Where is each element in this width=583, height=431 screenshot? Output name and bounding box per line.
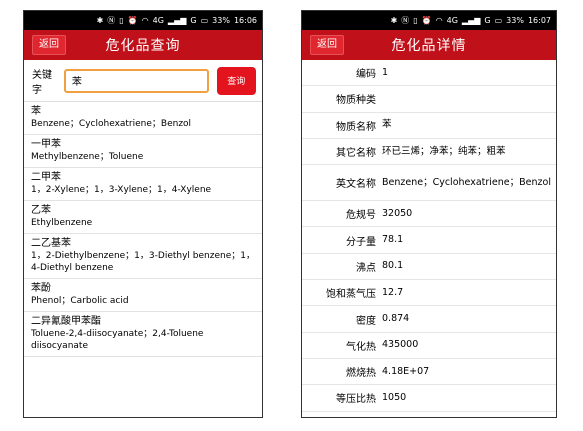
result-item[interactable]: 苯酚 Phenol；Carbolic acid — [24, 279, 262, 312]
network-type-2: G — [190, 15, 197, 25]
detail-label: 编码 — [356, 69, 376, 81]
detail-value: 78.1 — [382, 234, 404, 246]
detail-row-english-name: 英文名称 Benzene；Cyclohexatriene；Benzol — [302, 165, 556, 202]
detail-label: 物质种类 — [336, 95, 376, 107]
detail-value: 435000 — [382, 339, 419, 351]
detail-row-vapor-pressure: 饱和蒸气压 12.7 — [302, 280, 556, 307]
search-bar: 关键字 查询 — [24, 60, 262, 102]
result-name: 乙苯 — [31, 205, 51, 216]
bluetooth-icon: ✱ — [390, 15, 398, 25]
detail-value: 1050 — [382, 391, 407, 403]
result-name: 苯 — [31, 106, 41, 117]
battery-icon: ▭ — [200, 15, 209, 25]
detail-row-name: 物质名称 苯 — [302, 113, 556, 139]
bluetooth-icon: ✱ — [96, 15, 104, 25]
detail-value: 1 — [382, 66, 389, 78]
detail-label: 气化热 — [346, 341, 376, 353]
detail-value: 4.18E+07 — [382, 365, 430, 377]
back-button[interactable]: 返回 — [32, 35, 66, 55]
nfc-icon: Ⓝ — [401, 15, 410, 25]
network-type: 4G — [152, 15, 164, 25]
detail-row-code: 编码 1 — [302, 60, 556, 87]
battery-percent: 33% — [212, 15, 230, 25]
back-button[interactable]: 返回 — [310, 35, 344, 55]
detail-row-danger-code: 危规号 32050 — [302, 201, 556, 228]
result-name: 二异氰酸甲苯酯 — [31, 316, 101, 327]
battery-percent: 33% — [506, 15, 524, 25]
keyword-label: 关键字 — [32, 69, 52, 96]
detail-row-specific-heat: 等压比热 1050 — [302, 385, 556, 412]
result-english: Toluene-2,4-diisocyanate；2,4-Toluene dii… — [31, 329, 204, 351]
result-item[interactable]: 二异氰酸甲苯酯 Toluene-2,4-diisocyanate；2,4-Tol… — [24, 312, 262, 357]
vibrate-icon: ▯ — [413, 15, 418, 25]
battery-icon: ▭ — [494, 15, 503, 25]
detail-row-molecular-weight: 分子量 78.1 — [302, 227, 556, 254]
alarm-icon: ⏰ — [421, 15, 432, 25]
detail-label: 沸点 — [356, 262, 376, 274]
detail-label: 密度 — [356, 315, 376, 327]
detail-row-combustion-heat: 燃烧热 4.18E+07 — [302, 359, 556, 386]
keyword-input[interactable] — [63, 68, 209, 93]
alarm-icon: ⏰ — [127, 15, 138, 25]
result-english: Methylbenzene；Toluene — [31, 152, 144, 162]
signal-icon: ▂▄▆ — [167, 15, 187, 25]
clock: 16:07 — [527, 16, 551, 25]
search-screen: ✱ Ⓝ ▯ ⏰ ◠ 4G ▂▄▆ G ▭ 33% 16:06 返回 危化品查询 … — [23, 10, 263, 418]
result-name: 二甲苯 — [31, 172, 61, 183]
wifi-icon: ◠ — [141, 15, 149, 25]
detail-label: 等压比热 — [336, 394, 376, 406]
signal-icon: ▂▄▆ — [461, 15, 481, 25]
detail-screen: ✱ Ⓝ ▯ ⏰ ◠ 4G ▂▄▆ G ▭ 33% 16:07 返回 危化品详情 … — [301, 10, 557, 418]
detail-row-category: 物质种类 — [302, 86, 556, 113]
detail-value: 12.7 — [382, 286, 404, 298]
detail-label: 英文名称 — [336, 179, 376, 191]
detail-label: 其它名称 — [336, 148, 376, 160]
detail-row-density: 密度 0.874 — [302, 306, 556, 333]
detail-label: 饱和蒸气压 — [326, 289, 376, 301]
detail-label: 燃烧热 — [346, 368, 376, 380]
result-list: 苯 Benzene；Cyclohexatriene；Benzol 一甲苯 Met… — [24, 102, 262, 357]
detail-value: 环已三烯；净苯；纯苯；粗苯 — [382, 145, 506, 157]
result-item[interactable]: 二乙基苯 1，2-Diethylbenzene；1，3-Diethyl benz… — [24, 234, 262, 279]
result-name: 二乙基苯 — [31, 238, 71, 249]
vibrate-icon: ▯ — [119, 15, 124, 25]
title-bar: 返回 危化品详情 — [302, 30, 556, 60]
detail-row-vaporization-heat: 气化热 435000 — [302, 333, 556, 359]
detail-value: 32050 — [382, 207, 413, 219]
detail-value: 80.1 — [382, 260, 404, 272]
result-english: 1，2-Xylene；1，3-Xylene；1，4-Xylene — [31, 185, 212, 195]
result-name: 苯酚 — [31, 283, 51, 294]
status-bar: ✱ Ⓝ ▯ ⏰ ◠ 4G ▂▄▆ G ▭ 33% 16:07 — [302, 11, 556, 30]
result-item[interactable]: 二甲苯 1，2-Xylene；1，3-Xylene；1，4-Xylene — [24, 168, 262, 201]
detail-table: 编码 1 物质种类 物质名称 苯 其它名称 环已三烯；净苯；纯苯；粗苯 英文名称… — [302, 60, 556, 412]
clock: 16:06 — [233, 16, 257, 25]
result-english: 1，2-Diethylbenzene；1，3-Diethyl benzene；1… — [31, 251, 255, 273]
detail-label: 分子量 — [346, 236, 376, 248]
result-item[interactable]: 苯 Benzene；Cyclohexatriene；Benzol — [24, 102, 262, 135]
detail-row-boiling-point: 沸点 80.1 — [302, 254, 556, 281]
detail-value: Benzene；Cyclohexatriene；Benzol — [382, 176, 551, 188]
title-bar: 返回 危化品查询 — [24, 30, 262, 60]
detail-label: 危规号 — [346, 210, 376, 222]
detail-row-other-names: 其它名称 环已三烯；净苯；纯苯；粗苯 — [302, 139, 556, 166]
nfc-icon: Ⓝ — [107, 15, 116, 25]
query-button[interactable]: 查询 — [216, 66, 256, 95]
result-item[interactable]: 一甲苯 Methylbenzene；Toluene — [24, 135, 262, 168]
result-english: Ethylbenzene — [31, 218, 93, 228]
wifi-icon: ◠ — [435, 15, 443, 25]
detail-value: 苯 — [382, 119, 392, 131]
result-english: Benzene；Cyclohexatriene；Benzol — [31, 119, 192, 129]
result-item[interactable]: 乙苯 Ethylbenzene — [24, 201, 262, 234]
detail-value: 0.874 — [382, 313, 410, 325]
result-english: Phenol；Carbolic acid — [31, 296, 129, 306]
result-name: 一甲苯 — [31, 139, 61, 150]
detail-label: 物质名称 — [336, 121, 376, 133]
network-type-2: G — [484, 15, 491, 25]
status-bar: ✱ Ⓝ ▯ ⏰ ◠ 4G ▂▄▆ G ▭ 33% 16:06 — [24, 11, 262, 30]
network-type: 4G — [446, 15, 458, 25]
